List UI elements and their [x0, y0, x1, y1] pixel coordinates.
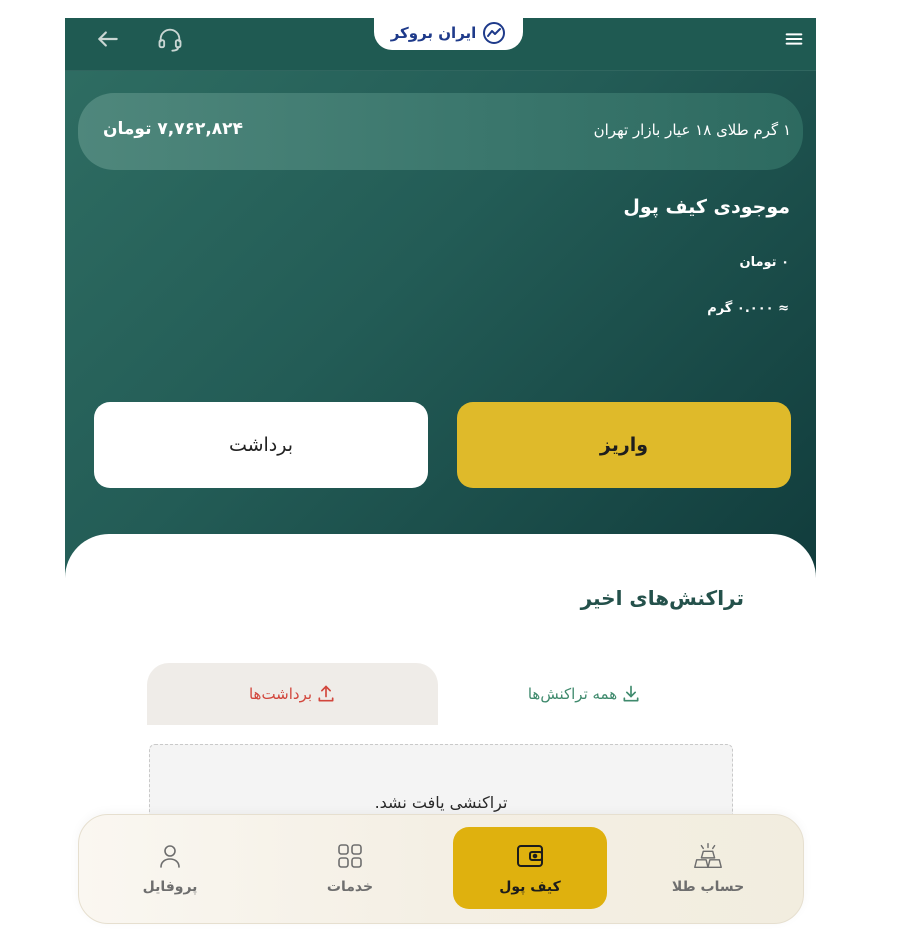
gold-price-value: ۷,۷۶۲,۸۲۴ تومان	[103, 119, 243, 139]
gold-bars-icon	[694, 843, 722, 869]
withdraw-button[interactable]: برداشت	[94, 402, 428, 488]
upload-icon	[318, 685, 334, 702]
nav-services[interactable]: خدمات	[273, 827, 427, 909]
gold-price-card: ۱ گرم طلای ۱۸ عیار بازار تهران ۷,۷۶۲,۸۲۴…	[78, 93, 803, 170]
deposit-button[interactable]: واریز	[457, 402, 791, 488]
grid-icon	[338, 844, 362, 868]
logo-text: ایران بروکر	[390, 24, 477, 42]
hamburger-menu-icon	[785, 33, 803, 45]
wallet-icon	[517, 845, 543, 867]
nav-wallet-label: کیف پول	[499, 879, 561, 895]
nav-gold-account[interactable]: حساب طلا	[631, 827, 785, 909]
nav-profile[interactable]: پروفایل	[93, 827, 247, 909]
top-bar: ایران بروکر	[65, 18, 816, 71]
empty-transactions-message: تراکنشی یافت نشد.	[374, 793, 508, 812]
headset-icon	[158, 28, 182, 52]
recent-transactions-title: تراکنش‌های اخیر	[580, 586, 744, 610]
wallet-balance-title: موجودی کیف پول	[623, 196, 790, 218]
wallet-toman-balance: ۰ تومان	[739, 255, 789, 270]
bottom-navigation: حساب طلا کیف پول خدمات پروفایل	[78, 814, 804, 924]
menu-button[interactable]	[779, 24, 809, 54]
arrow-left-icon	[98, 31, 118, 47]
user-icon	[160, 845, 180, 868]
nav-gold-account-label: حساب طلا	[671, 879, 745, 895]
logo-chart-icon	[483, 22, 506, 44]
wallet-hero: ایران بروکر ۱ گرم طلای ۱۸ عیار بازار تهر…	[65, 18, 816, 578]
back-button[interactable]	[93, 24, 123, 54]
download-icon	[623, 685, 639, 702]
tab-withdrawals[interactable]: برداشت‌ها	[147, 663, 438, 725]
brand-logo[interactable]: ایران بروکر	[374, 18, 523, 50]
tab-withdrawals-label: برداشت‌ها	[248, 685, 313, 703]
nav-services-label: خدمات	[326, 879, 374, 895]
nav-profile-label: پروفایل	[142, 879, 198, 895]
nav-wallet[interactable]: کیف پول	[453, 827, 607, 909]
tab-all-label: همه تراکنش‌ها	[527, 685, 618, 703]
tab-all-transactions[interactable]: همه تراکنش‌ها	[439, 663, 730, 725]
app-screen: ایران بروکر ۱ گرم طلای ۱۸ عیار بازار تهر…	[65, 18, 816, 932]
wallet-gram-balance: ≈ ۰.۰۰۰ گرم	[707, 301, 789, 316]
support-button[interactable]	[155, 24, 185, 54]
gold-price-label: ۱ گرم طلای ۱۸ عیار بازار تهران	[593, 121, 791, 139]
